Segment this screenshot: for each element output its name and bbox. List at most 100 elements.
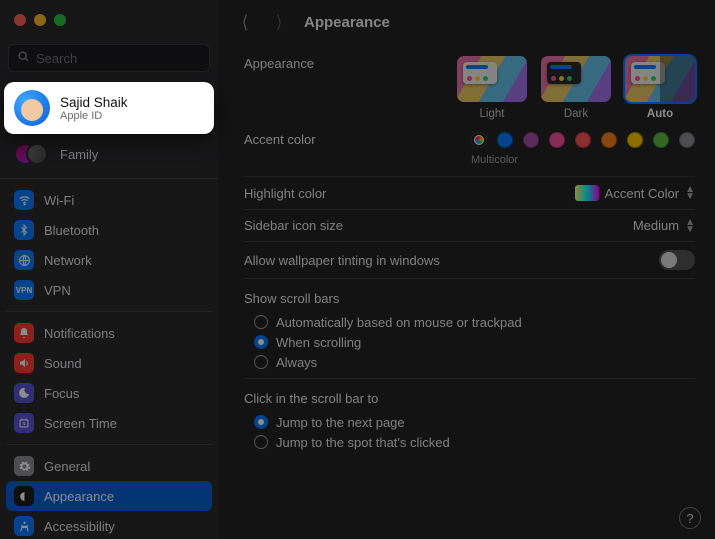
radio-icon (254, 415, 268, 429)
sidebar: Sajid Shaik Apple ID Family Wi-Fi Bluetoo… (0, 0, 218, 539)
sidebar-item-screen-time[interactable]: Screen Time (6, 408, 212, 438)
accent-color-option[interactable] (601, 132, 617, 148)
search-field[interactable] (8, 44, 210, 72)
bt-icon (14, 220, 34, 240)
sidebar-item-label: Focus (44, 386, 79, 401)
gear-icon (14, 456, 34, 476)
appearance-option-light[interactable]: Light (457, 56, 527, 120)
accent-label: Accent color (244, 132, 444, 147)
appear-icon (14, 486, 34, 506)
chevron-updown-icon: ▲▼ (685, 186, 695, 200)
sidebar-item-sound[interactable]: Sound (6, 348, 212, 378)
scrollbars-title: Show scroll bars (244, 291, 695, 306)
appearance-label: Appearance (244, 56, 444, 71)
sidebar-item-label: VPN (44, 283, 71, 298)
appearance-option-dark[interactable]: Dark (541, 56, 611, 120)
appearance-preview-icon (541, 56, 611, 102)
sidebar-item-label: Sound (44, 356, 82, 371)
radio-icon (254, 435, 268, 449)
sidebar-item-notifications[interactable]: Notifications (6, 318, 212, 348)
highlight-label: Highlight color (244, 186, 444, 201)
accent-note: Multicolor (471, 154, 695, 166)
sidebar-item-vpn[interactable]: VPN VPN (6, 275, 212, 305)
accent-color-option[interactable] (497, 132, 513, 148)
sidebar-item-label: Notifications (44, 326, 115, 341)
family-label: Family (60, 147, 98, 162)
sidebar-item-label: Wi-Fi (44, 193, 74, 208)
accent-color-option[interactable] (471, 132, 487, 148)
sidebar-item-label: Accessibility (44, 519, 115, 534)
user-name: Sajid Shaik (60, 95, 128, 110)
minimize-window-icon[interactable] (34, 14, 46, 26)
radio-label: Jump to the spot that's clicked (276, 435, 450, 450)
appearance-option-auto[interactable]: Auto (625, 56, 695, 120)
user-sub: Apple ID (60, 110, 128, 122)
window-controls (0, 0, 218, 40)
radio-label: Always (276, 355, 317, 370)
close-window-icon[interactable] (14, 14, 26, 26)
sidebar-item-family[interactable]: Family (0, 136, 218, 172)
net-icon (14, 250, 34, 270)
sidebar-item-bluetooth[interactable]: Bluetooth (6, 215, 212, 245)
time-icon (14, 413, 34, 433)
sidebar-item-accessibility[interactable]: Accessibility (6, 511, 212, 539)
focus-icon (14, 383, 34, 403)
avatar (14, 90, 50, 126)
accent-color-option[interactable] (523, 132, 539, 148)
chevron-updown-icon: ▲▼ (685, 219, 695, 233)
highlight-swatch-icon (575, 185, 599, 201)
sound-icon (14, 353, 34, 373)
highlight-value: Accent Color (605, 186, 679, 201)
accent-color-option[interactable] (679, 132, 695, 148)
sidebar-icon-size-select[interactable]: Medium ▲▼ (633, 218, 695, 233)
radio-label: Jump to the next page (276, 415, 405, 430)
radio-label: When scrolling (276, 335, 361, 350)
a11y-icon (14, 516, 34, 536)
accent-color-option[interactable] (549, 132, 565, 148)
sidebar-item-wi-fi[interactable]: Wi-Fi (6, 185, 212, 215)
appearance-preview-icon (625, 56, 695, 102)
appearance-option-label: Light (457, 108, 527, 120)
radio-label: Automatically based on mouse or trackpad (276, 315, 522, 330)
sidebar-item-appearance[interactable]: Appearance (6, 481, 212, 511)
appearance-preview-icon (457, 56, 527, 102)
radio-icon (254, 315, 268, 329)
search-icon (17, 50, 30, 66)
page-title: Appearance (304, 14, 390, 31)
accent-color-option[interactable] (627, 132, 643, 148)
apple-id-card[interactable]: Sajid Shaik Apple ID (4, 82, 214, 134)
back-button[interactable]: ⟨ (236, 12, 254, 33)
scrollbars-opts-option[interactable]: Automatically based on mouse or trackpad (244, 312, 695, 332)
sidebar-item-label: General (44, 459, 90, 474)
sidebar-item-network[interactable]: Network (6, 245, 212, 275)
sidebar-item-label: Bluetooth (44, 223, 99, 238)
wallpaper-tint-toggle[interactable] (659, 250, 695, 270)
sidebar-item-label: Screen Time (44, 416, 117, 431)
sidebar-icon-size-label: Sidebar icon size (244, 218, 444, 233)
accent-color-option[interactable] (575, 132, 591, 148)
radio-icon (254, 355, 268, 369)
highlight-color-select[interactable]: Accent Color ▲▼ (575, 185, 695, 201)
appearance-option-label: Dark (541, 108, 611, 120)
wifi-icon (14, 190, 34, 210)
vpn-icon: VPN (14, 280, 34, 300)
wallpaper-tint-label: Allow wallpaper tinting in windows (244, 253, 659, 268)
search-input[interactable] (36, 51, 201, 66)
scrollclick-opts-option[interactable]: Jump to the next page (244, 412, 695, 432)
scrollbars-opts-option[interactable]: Always (244, 352, 695, 372)
sidebar-icon-size-value: Medium (633, 218, 679, 233)
appearance-option-label: Auto (625, 108, 695, 120)
sidebar-item-focus[interactable]: Focus (6, 378, 212, 408)
forward-button[interactable]: ⟩ (270, 12, 288, 33)
scrollbars-opts-option[interactable]: When scrolling (244, 332, 695, 352)
help-button[interactable]: ? (679, 507, 701, 529)
family-avatars-icon (14, 142, 50, 166)
scrollclick-title: Click in the scroll bar to (244, 391, 695, 406)
radio-icon (254, 335, 268, 349)
fullscreen-window-icon[interactable] (54, 14, 66, 26)
scrollclick-opts-option[interactable]: Jump to the spot that's clicked (244, 432, 695, 452)
bell-icon (14, 323, 34, 343)
sidebar-item-general[interactable]: General (6, 451, 212, 481)
accent-color-option[interactable] (653, 132, 669, 148)
sidebar-item-label: Network (44, 253, 92, 268)
